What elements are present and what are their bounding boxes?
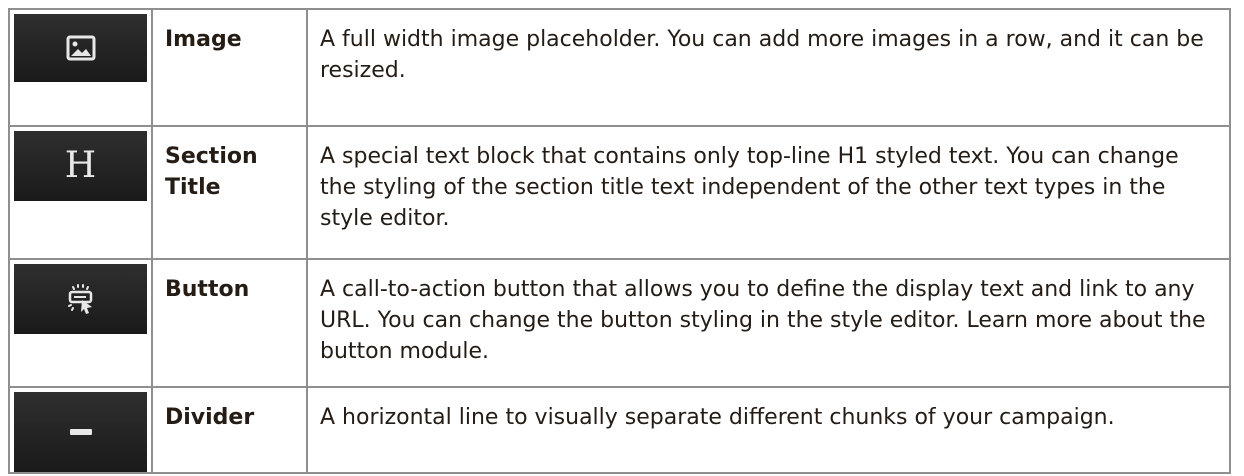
description-cell: A special text block that contains only … bbox=[306, 125, 1231, 260]
divider-line-icon bbox=[69, 429, 92, 435]
name-cell: Divider bbox=[151, 386, 308, 474]
description-cell: A call-to-action button that allows you … bbox=[306, 258, 1231, 388]
block-description: A full width image placeholder. You can … bbox=[320, 27, 1204, 83]
divider-block-tile bbox=[14, 392, 147, 472]
content-blocks-page: Image A full width image placeholder. Yo… bbox=[0, 0, 1244, 476]
description-cell: A horizontal line to visually separate d… bbox=[306, 386, 1231, 474]
block-name: Image bbox=[165, 27, 242, 52]
name-cell: Button bbox=[151, 258, 308, 388]
table-row-section-title: H Section Title A special text block tha… bbox=[8, 125, 1231, 260]
icon-cell bbox=[8, 8, 153, 127]
description-cell: A full width image placeholder. You can … bbox=[306, 8, 1231, 127]
name-cell: Image bbox=[151, 8, 308, 127]
block-name: Section Title bbox=[165, 144, 258, 200]
button-click-icon bbox=[67, 284, 92, 314]
button-block-tile bbox=[14, 264, 147, 334]
icon-cell bbox=[8, 386, 153, 474]
section-title-block-tile: H bbox=[14, 131, 147, 201]
icon-cell: H bbox=[8, 125, 153, 260]
block-description: A special text block that contains only … bbox=[320, 144, 1179, 231]
block-description: A call-to-action button that allows you … bbox=[320, 277, 1206, 364]
block-name: Divider bbox=[165, 405, 255, 430]
table-row-button: Button A call-to-action button that allo… bbox=[8, 258, 1231, 388]
name-cell: Section Title bbox=[151, 125, 308, 260]
block-name: Button bbox=[165, 277, 250, 302]
image-block-tile bbox=[14, 14, 147, 82]
heading-h-icon: H bbox=[64, 145, 97, 186]
table-row-divider: Divider A horizontal line to visually se… bbox=[8, 386, 1231, 474]
content-blocks-table: Image A full width image placeholder. Yo… bbox=[8, 8, 1231, 474]
block-description: A horizontal line to visually separate d… bbox=[320, 405, 1115, 430]
icon-cell bbox=[8, 258, 153, 388]
table-row-image: Image A full width image placeholder. Yo… bbox=[8, 8, 1231, 127]
image-placeholder-icon bbox=[66, 35, 95, 61]
